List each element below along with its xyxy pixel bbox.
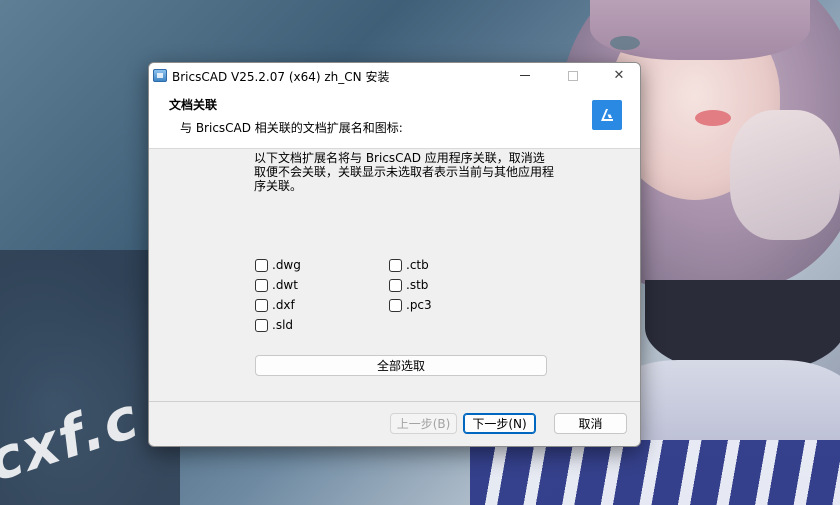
page-header: 文档关联 与 BricsCAD 相关联的文档扩展名和图标: bbox=[149, 88, 640, 149]
checkbox-ctb[interactable]: .ctb bbox=[389, 258, 429, 272]
checkbox-label: .ctb bbox=[406, 258, 429, 272]
next-button[interactable]: 下一步(N) bbox=[463, 413, 536, 434]
checkbox-label: .pc3 bbox=[406, 298, 432, 312]
minimize-button[interactable] bbox=[503, 63, 547, 88]
checkbox-dwg[interactable]: .dwg bbox=[255, 258, 301, 272]
maximize-button bbox=[551, 63, 595, 88]
checkbox-dwt[interactable]: .dwt bbox=[255, 278, 298, 292]
association-description: 以下文档扩展名将与 BricsCAD 应用程序关联，取消选取便不会关联，关联显示… bbox=[254, 151, 555, 193]
wallpaper-bangs bbox=[590, 0, 810, 60]
checkbox-dxf[interactable]: .dxf bbox=[255, 298, 295, 312]
select-all-button[interactable]: 全部选取 bbox=[255, 355, 547, 376]
installer-app-icon bbox=[153, 69, 167, 82]
checkbox-pc3[interactable]: .pc3 bbox=[389, 298, 432, 312]
window-title: BricsCAD V25.2.07 (x64) zh_CN 安装 bbox=[172, 70, 390, 84]
checkbox-box[interactable] bbox=[389, 298, 402, 312]
checkbox-label: .dwt bbox=[272, 278, 298, 292]
minimize-icon bbox=[520, 75, 530, 76]
back-button[interactable]: 上一步(B) bbox=[390, 413, 457, 434]
checkbox-box[interactable] bbox=[255, 278, 268, 292]
checkbox-label: .dwg bbox=[272, 258, 301, 272]
wallpaper-hand bbox=[730, 110, 840, 240]
footer-divider bbox=[149, 401, 640, 402]
checkbox-box[interactable] bbox=[255, 318, 268, 332]
close-button[interactable]: ✕ bbox=[597, 63, 640, 88]
checkbox-box[interactable] bbox=[255, 298, 268, 312]
close-icon: ✕ bbox=[613, 68, 625, 83]
wallpaper-eye bbox=[610, 36, 640, 50]
checkbox-label: .sld bbox=[272, 318, 294, 332]
checkbox-sld[interactable]: .sld bbox=[255, 318, 293, 332]
checkbox-box[interactable] bbox=[389, 278, 402, 292]
bricscad-logo-icon bbox=[592, 100, 622, 130]
cancel-button[interactable]: 取消 bbox=[554, 413, 627, 434]
installer-dialog: BricsCAD V25.2.07 (x64) zh_CN 安装 ✕ 文档关联 … bbox=[148, 62, 641, 447]
page-title: 文档关联 bbox=[169, 98, 218, 112]
checkbox-label: .stb bbox=[406, 278, 429, 292]
checkbox-box[interactable] bbox=[255, 258, 268, 272]
checkbox-box[interactable] bbox=[389, 258, 402, 272]
title-bar[interactable]: BricsCAD V25.2.07 (x64) zh_CN 安装 ✕ bbox=[149, 63, 640, 88]
checkbox-label: .dxf bbox=[272, 298, 295, 312]
page-subtitle: 与 BricsCAD 相关联的文档扩展名和图标: bbox=[180, 121, 403, 135]
wallpaper-lips bbox=[695, 110, 731, 126]
checkbox-stb[interactable]: .stb bbox=[389, 278, 428, 292]
bricscad-logo-glyph bbox=[601, 109, 613, 121]
maximize-icon bbox=[568, 70, 578, 81]
wallpaper-collar bbox=[470, 440, 840, 505]
